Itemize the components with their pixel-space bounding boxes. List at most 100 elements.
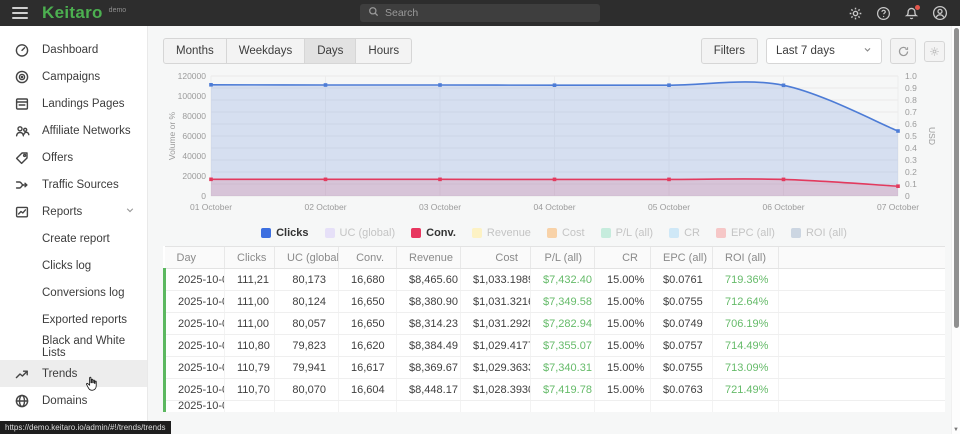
table-row[interactable]: 2025-10-04110,8079,82316,620$8,384.49$1,… — [165, 335, 946, 357]
sidebar-item-offers[interactable]: Offers — [0, 144, 147, 171]
date-range-select[interactable]: Last 7 days — [766, 38, 882, 64]
table-row[interactable]: 2025-10-07 — [165, 401, 946, 413]
tab-days[interactable]: Days — [304, 38, 356, 64]
sidebar-item-conversions-log[interactable]: Conversions log — [0, 279, 147, 306]
table-cell: $0.0755 — [651, 291, 713, 313]
svg-text:0.8: 0.8 — [905, 95, 917, 105]
legend-label: Cost — [562, 227, 585, 239]
trends-table: DayClicksUC (global)Conv.RevenueCostP/L … — [163, 246, 945, 412]
table-cell: 2025-10-06 — [165, 379, 225, 401]
table-cell: 712.64% — [713, 291, 779, 313]
sidebar-item-reports[interactable]: Reports — [0, 198, 147, 225]
refresh-button[interactable] — [890, 38, 916, 64]
column-header-clicks[interactable]: Clicks — [225, 247, 275, 269]
table-cell — [397, 401, 461, 413]
svg-text:60000: 60000 — [182, 131, 206, 141]
legend-item-clicks[interactable]: Clicks — [261, 227, 308, 239]
app-logo[interactable]: Keitaro — [42, 3, 103, 23]
column-header-cost[interactable]: Cost — [461, 247, 531, 269]
tab-months[interactable]: Months — [163, 38, 227, 64]
legend-item-cost[interactable]: Cost — [547, 227, 585, 239]
notifications-icon[interactable] — [903, 5, 920, 22]
topbar: Keitaro demo — [0, 0, 960, 26]
table-cell: 706.19% — [713, 313, 779, 335]
column-header-cr[interactable]: CR — [595, 247, 651, 269]
table-row[interactable]: 2025-10-05110,7979,94116,617$8,369.67$1,… — [165, 357, 946, 379]
column-header-revenue[interactable]: Revenue — [397, 247, 461, 269]
table-cell — [651, 401, 713, 413]
table-cell — [779, 291, 946, 313]
svg-text:03 October: 03 October — [419, 202, 461, 212]
table-row[interactable]: 2025-10-06110,7080,07016,604$8,448.17$1,… — [165, 379, 946, 401]
legend-swatch — [601, 228, 611, 238]
search-input[interactable] — [385, 7, 592, 19]
sidebar-item-landings-pages[interactable]: Landings Pages — [0, 90, 147, 117]
table-cell — [531, 401, 595, 413]
search-icon — [368, 6, 379, 20]
table-cell — [779, 269, 946, 291]
table-row[interactable]: 2025-10-03111,0080,05716,650$8,314.23$1,… — [165, 313, 946, 335]
legend-swatch — [547, 228, 557, 238]
global-search[interactable] — [360, 4, 600, 22]
report-settings-button[interactable] — [924, 41, 945, 62]
table-cell: $0.0763 — [651, 379, 713, 401]
svg-text:02 October: 02 October — [304, 202, 346, 212]
table-header-row: DayClicksUC (global)Conv.RevenueCostP/L … — [165, 247, 946, 269]
vertical-scrollbar[interactable]: ▼ — [951, 26, 960, 434]
sidebar-item-domains[interactable]: Domains — [0, 387, 147, 414]
svg-text:Volume or %: Volume or % — [167, 111, 177, 160]
sidebar-item-exported-reports[interactable]: Exported reports — [0, 306, 147, 333]
legend-item-cr[interactable]: CR — [669, 227, 700, 239]
tab-weekdays[interactable]: Weekdays — [226, 38, 305, 64]
legend-label: Clicks — [276, 227, 308, 239]
column-header-uc-global-[interactable]: UC (global) — [275, 247, 339, 269]
scroll-down-icon[interactable]: ▼ — [953, 427, 959, 433]
sidebar-item-affiliate-networks[interactable]: Affiliate Networks — [0, 117, 147, 144]
table-row[interactable]: 2025-10-01111,2180,17316,680$8,465.60$1,… — [165, 269, 946, 291]
column-header-roi-all-[interactable]: ROI (all) — [713, 247, 779, 269]
svg-text:120000: 120000 — [178, 71, 207, 81]
legend-item-conv-[interactable]: Conv. — [411, 227, 456, 239]
legend-item-roi-all-[interactable]: ROI (all) — [791, 227, 847, 239]
sidebar-item-dashboard[interactable]: Dashboard — [0, 36, 147, 63]
sidebar-item-label: Affiliate Networks — [42, 125, 131, 137]
sidebar-item-black-and-white-lists[interactable]: Black and White Lists — [0, 333, 147, 360]
column-header-epc-all-[interactable]: EPC (all) — [651, 247, 713, 269]
scrollbar-thumb[interactable] — [954, 28, 959, 328]
table-cell: $7,432.40 — [531, 269, 595, 291]
legend-item-revenue[interactable]: Revenue — [472, 227, 531, 239]
sidebar-item-campaigns[interactable]: Campaigns — [0, 63, 147, 90]
sidebar-item-label: Clicks log — [42, 260, 91, 272]
sidebar-item-label: Create report — [42, 233, 110, 245]
legend-item-uc-global-[interactable]: UC (global) — [325, 227, 396, 239]
column-header-day[interactable]: Day — [165, 247, 225, 269]
column-header-p-l-all-[interactable]: P/L (all) — [531, 247, 595, 269]
legend-item-p-l-all-[interactable]: P/L (all) — [601, 227, 654, 239]
menu-toggle-icon[interactable] — [12, 7, 28, 19]
sidebar-item-traffic-sources[interactable]: Traffic Sources — [0, 171, 147, 198]
sidebar-item-create-report[interactable]: Create report — [0, 225, 147, 252]
table-row[interactable]: 2025-10-02111,0080,12416,650$8,380.90$1,… — [165, 291, 946, 313]
table-cell: 16,650 — [339, 313, 397, 335]
svg-text:20000: 20000 — [182, 171, 206, 181]
table-cell: 16,620 — [339, 335, 397, 357]
sidebar-item-label: Offers — [42, 152, 73, 164]
sidebar-item-clicks-log[interactable]: Clicks log — [0, 252, 147, 279]
trends-chart[interactable]: 02000040000600008000010000012000000.10.2… — [163, 68, 945, 220]
table-cell: 79,823 — [275, 335, 339, 357]
svg-text:1.0: 1.0 — [905, 71, 917, 81]
tab-hours[interactable]: Hours — [355, 38, 412, 64]
legend-swatch — [716, 228, 726, 238]
table-cell: $8,380.90 — [397, 291, 461, 313]
svg-text:0.3: 0.3 — [905, 155, 917, 165]
settings-icon[interactable] — [847, 5, 864, 22]
column-header-conv-[interactable]: Conv. — [339, 247, 397, 269]
sidebar-item-trends[interactable]: Trends — [0, 360, 147, 387]
legend-item-epc-all-[interactable]: EPC (all) — [716, 227, 775, 239]
table-cell: 15.00% — [595, 357, 651, 379]
table-cell — [779, 313, 946, 335]
filters-button[interactable]: Filters — [701, 38, 758, 64]
table-cell: $1,029.4177 — [461, 335, 531, 357]
account-icon[interactable] — [931, 5, 948, 22]
help-icon[interactable] — [875, 5, 892, 22]
